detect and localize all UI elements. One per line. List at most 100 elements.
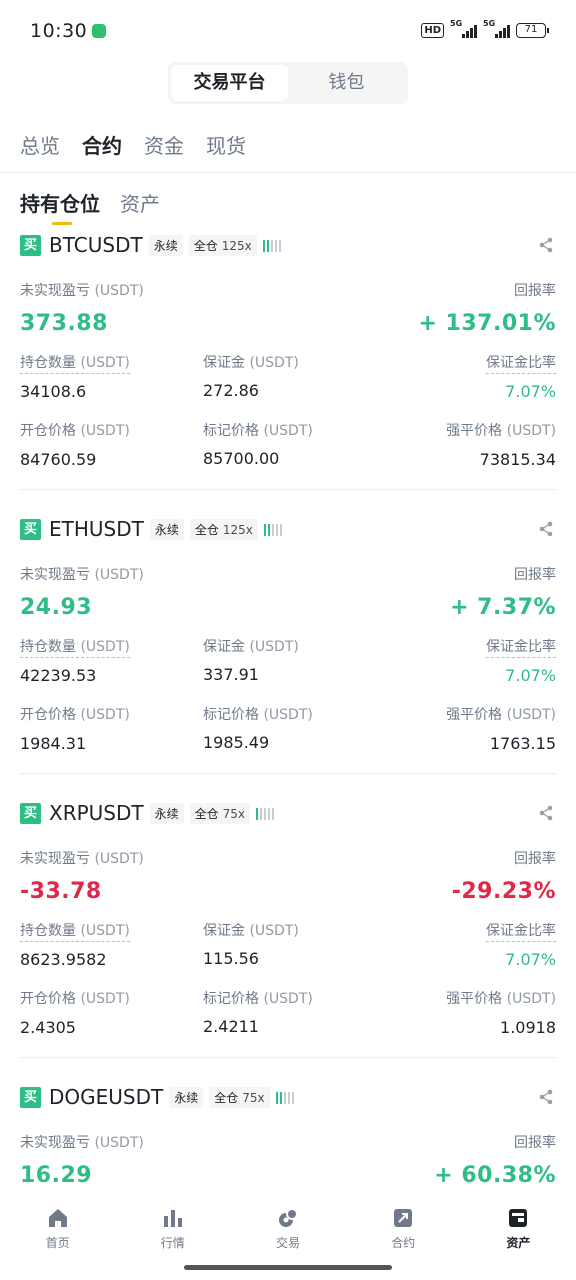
position-size-label[interactable]: 持仓数量 (USDT) xyxy=(20,352,130,374)
signal-icon: 5G xyxy=(450,19,477,38)
tab-overview[interactable]: 总览 xyxy=(20,130,60,159)
position-size-value: 42239.53 xyxy=(20,666,97,685)
roe-value: + 7.37% xyxy=(450,595,556,620)
margin-mode-chip[interactable]: 全仓 75x xyxy=(189,802,251,824)
margin-ratio-value: 7.07% xyxy=(505,666,556,685)
nav-assets[interactable]: 资产 xyxy=(461,1196,576,1260)
home-icon xyxy=(48,1209,67,1227)
unrealized-pnl-label: 未实现盈亏 (USDT) xyxy=(20,567,144,583)
unrealized-pnl-label: 未实现盈亏 (USDT) xyxy=(20,283,144,299)
share-icon[interactable] xyxy=(538,521,554,537)
unrealized-pnl-value: 16.29 xyxy=(20,1163,93,1184)
unrealized-pnl-label: 未实现盈亏 (USDT) xyxy=(20,1135,144,1151)
roe-label: 回报率 xyxy=(514,567,556,583)
tab-positions[interactable]: 持有仓位 xyxy=(20,188,100,225)
mark-price-label: 标记价格 (USDT) xyxy=(203,991,313,1007)
unrealized-pnl-value: -33.78 xyxy=(20,879,102,904)
position-size-value: 34108.6 xyxy=(20,382,87,401)
tab-assets[interactable]: 资产 xyxy=(120,188,160,217)
margin-ratio-label[interactable]: 保证金比率 xyxy=(486,352,556,374)
share-icon[interactable] xyxy=(538,237,554,253)
liq-price-value: 1.0918 xyxy=(500,1018,556,1037)
roe-label: 回报率 xyxy=(514,851,556,867)
position-card[interactable]: 买 BTCUSDT 永续 全仓 125x 未实现盈亏 (USDT) 回报率 373… xyxy=(20,230,556,490)
hd-icon: HD xyxy=(421,22,444,38)
mark-price-value: 85700.00 xyxy=(203,449,280,468)
segment-wallet[interactable]: 钱包 xyxy=(288,65,405,101)
margin-ratio-value: 7.07% xyxy=(505,382,556,401)
home-indicator[interactable] xyxy=(184,1265,392,1270)
margin-mode: 全仓 xyxy=(214,1090,239,1105)
position-card[interactable]: 买 XRPUSDT 永续 全仓 75x 未实现盈亏 (USDT) 回报率 -33.… xyxy=(20,798,556,1058)
liq-price-label: 强平价格 (USDT) xyxy=(446,423,556,439)
position-symbol: DOGEUSDT xyxy=(49,1085,164,1109)
margin-mode: 全仓 xyxy=(194,806,219,821)
buy-badge: 买 xyxy=(20,518,41,540)
account-tabs: 总览 合约 资金 现货 xyxy=(20,130,246,159)
nav-label: 交易 xyxy=(276,1236,301,1250)
nav-home[interactable]: 首页 xyxy=(0,1196,115,1260)
position-card[interactable]: 买 DOGEUSDT 永续 全仓 75x 未实现盈亏 (USDT) 回报率 16.… xyxy=(20,1082,556,1184)
position-card[interactable]: 买 ETHUSDT 永续 全仓 125x 未实现盈亏 (USDT) 回报率 24.… xyxy=(20,514,556,774)
unrealized-pnl-value: 24.93 xyxy=(20,595,93,620)
margin-value: 272.86 xyxy=(203,381,259,400)
tab-spot[interactable]: 现货 xyxy=(206,130,246,159)
mark-price-value: 1985.49 xyxy=(203,733,270,752)
roe-label: 回报率 xyxy=(514,283,556,299)
chat-notification-icon xyxy=(92,24,106,38)
tab-funding[interactable]: 资金 xyxy=(144,130,184,159)
bottom-nav: 首页 行情 交易 合约 资产 xyxy=(0,1196,576,1260)
trade-icon xyxy=(279,1208,298,1227)
margin-mode-chip[interactable]: 全仓 125x xyxy=(189,518,258,540)
contract-type-chip: 永续 xyxy=(148,234,183,256)
risk-level-icon xyxy=(275,1090,294,1104)
liq-price-label: 强平价格 (USDT) xyxy=(446,991,556,1007)
tab-futures[interactable]: 合约 xyxy=(82,130,122,159)
margin-mode-chip[interactable]: 全仓 75x xyxy=(209,1086,270,1108)
segment-exchange[interactable]: 交易平台 xyxy=(171,65,288,101)
position-header: 买 BTCUSDT 永续 全仓 125x xyxy=(20,230,556,260)
position-size-label[interactable]: 持仓数量 (USDT) xyxy=(20,920,130,942)
roe-value: + 137.01% xyxy=(418,311,556,336)
card-divider xyxy=(20,489,556,490)
unrealized-pnl-value: 373.88 xyxy=(20,311,108,336)
nav-markets[interactable]: 行情 xyxy=(115,1196,230,1260)
entry-price-value: 2.4305 xyxy=(20,1018,76,1037)
margin-ratio-label[interactable]: 保证金比率 xyxy=(486,636,556,658)
leverage: 75x xyxy=(242,1090,265,1105)
position-symbol: ETHUSDT xyxy=(49,517,144,541)
network-type-label: 5G xyxy=(450,19,463,28)
entry-price-label: 开仓价格 (USDT) xyxy=(20,707,130,723)
risk-level-icon xyxy=(263,522,282,536)
roe-value: + 60.38% xyxy=(434,1163,556,1184)
roe-value: -29.23% xyxy=(451,879,556,904)
contract-type-chip: 永续 xyxy=(149,518,184,540)
margin-mode-chip[interactable]: 全仓 125x xyxy=(188,234,257,256)
nav-label: 首页 xyxy=(45,1236,70,1250)
entry-price-value: 1984.31 xyxy=(20,734,87,753)
status-bar: 10:30 HD 5G 5G 71 xyxy=(0,0,576,62)
leverage: 75x xyxy=(222,806,246,821)
unrealized-pnl-label: 未实现盈亏 (USDT) xyxy=(20,851,144,867)
status-indicators: HD 5G 5G 71 xyxy=(421,19,549,38)
share-icon[interactable] xyxy=(538,1089,554,1105)
position-size-label[interactable]: 持仓数量 (USDT) xyxy=(20,636,130,658)
entry-price-value: 84760.59 xyxy=(20,450,97,469)
status-time: 10:30 xyxy=(30,20,88,42)
divider xyxy=(0,172,576,173)
position-size-value: 8623.9582 xyxy=(20,950,107,969)
margin-ratio-label[interactable]: 保证金比率 xyxy=(486,920,556,942)
entry-price-label: 开仓价格 (USDT) xyxy=(20,423,130,439)
nav-trade[interactable]: 交易 xyxy=(230,1196,345,1260)
buy-badge: 买 xyxy=(20,234,41,256)
platform-wallet-toggle: 交易平台 钱包 xyxy=(168,62,408,104)
margin-ratio-value: 7.07% xyxy=(505,950,556,969)
mark-price-label: 标记价格 (USDT) xyxy=(203,707,313,723)
nav-futures[interactable]: 合约 xyxy=(346,1196,461,1260)
margin-value: 337.91 xyxy=(203,665,259,684)
network-type-label: 5G xyxy=(483,19,496,28)
futures-icon xyxy=(394,1209,413,1227)
margin-mode: 全仓 xyxy=(194,522,219,537)
share-icon[interactable] xyxy=(538,805,554,821)
liq-price-value: 1763.15 xyxy=(489,734,556,753)
